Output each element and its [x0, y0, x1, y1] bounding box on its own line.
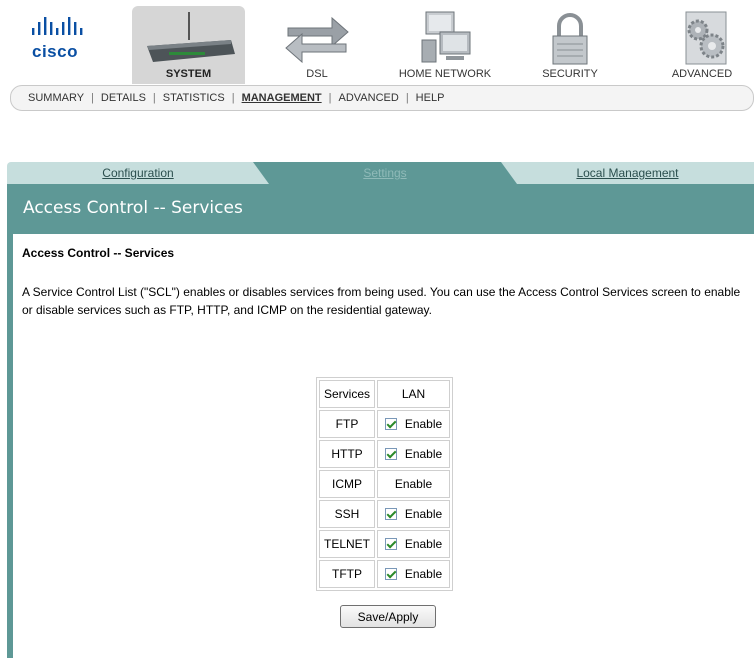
router-icon: [139, 10, 239, 71]
tab-configuration[interactable]: Configuration: [7, 162, 269, 184]
service-name: ICMP: [319, 470, 376, 498]
page-description: A Service Control List ("SCL") enables o…: [22, 285, 741, 317]
lan-cell: Enable: [377, 470, 451, 498]
lan-cell: Enable: [377, 500, 451, 528]
tab-settings[interactable]: Settings: [269, 162, 501, 184]
service-name: FTP: [319, 410, 376, 438]
http-enable-checkbox[interactable]: [384, 448, 397, 460]
table-row: SSH Enable: [319, 500, 451, 528]
enable-label: Enable: [404, 417, 443, 431]
nav-system-label: SYSTEM: [165, 68, 212, 80]
subnav-details[interactable]: DETAILS: [94, 92, 153, 104]
subnav-help[interactable]: HELP: [409, 92, 452, 104]
lan-cell: Enable: [377, 410, 451, 438]
subnav-summary[interactable]: SUMMARY: [21, 92, 91, 104]
ssh-enable-checkbox[interactable]: [384, 508, 397, 520]
telnet-enable-checkbox[interactable]: [384, 538, 397, 550]
table-row: ICMP Enable: [319, 470, 451, 498]
save-apply-button[interactable]: Save/Apply: [340, 605, 436, 628]
page-title: Access Control -- Services: [23, 198, 243, 218]
enable-label: Enable: [404, 447, 443, 461]
service-name: SSH: [319, 500, 376, 528]
nav-security[interactable]: SECURITY: [520, 6, 620, 84]
nav-advanced-label: ADVANCED: [671, 68, 733, 80]
enable-label: Enable: [404, 507, 443, 521]
service-name: TELNET: [319, 530, 376, 558]
panel-border: [7, 184, 13, 658]
table-row: TELNET Enable: [319, 530, 451, 558]
enable-label: Enable: [404, 537, 443, 551]
table-row: TFTP Enable: [319, 560, 451, 588]
header-services: Services: [319, 380, 376, 408]
enable-label: Enable: [394, 477, 433, 491]
services-table: Services LAN FTP Enable HTTP Enable ICMP…: [316, 377, 454, 591]
top-header: cisco SYSTEM DSL HOME NETWORK SECURITY A…: [0, 0, 754, 120]
enable-label: Enable: [404, 567, 443, 581]
dsl-arrows-icon: [282, 10, 352, 67]
tftp-enable-checkbox[interactable]: [384, 568, 397, 580]
gears-icon: [672, 10, 732, 69]
service-name: TFTP: [319, 560, 376, 588]
ftp-enable-checkbox[interactable]: [384, 418, 397, 430]
section-title: Access Control -- Services: [22, 246, 175, 260]
nav-system[interactable]: SYSTEM: [132, 6, 245, 84]
subnav-management[interactable]: MANAGEMENT: [235, 92, 329, 104]
table-header-row: Services LAN: [319, 380, 451, 408]
service-name: HTTP: [319, 440, 376, 468]
page-title-bar: Access Control -- Services: [7, 184, 754, 234]
tab-local-management[interactable]: Local Management: [501, 162, 754, 184]
sub-navigation: SUMMARY | DETAILS | STATISTICS | MANAGEMENT | AD…: [10, 85, 754, 111]
cisco-wordmark: cisco: [32, 42, 78, 61]
lan-cell: Enable: [377, 560, 451, 588]
nav-security-label: SECURITY: [542, 68, 598, 80]
nav-home-network-label: HOME NETWORK: [398, 68, 492, 80]
nav-dsl[interactable]: DSL: [262, 6, 372, 84]
subnav-statistics[interactable]: STATISTICS: [156, 92, 232, 104]
lan-cell: Enable: [377, 440, 451, 468]
nav-dsl-label: DSL: [306, 68, 328, 80]
table-row: FTP Enable: [319, 410, 451, 438]
table-row: HTTP Enable: [319, 440, 451, 468]
subnav-advanced[interactable]: ADVANCED: [332, 92, 406, 104]
nav-advanced[interactable]: ADVANCED: [650, 6, 754, 84]
lan-cell: Enable: [377, 530, 451, 558]
tab-bar: Configuration Settings Local Management: [7, 162, 754, 184]
cisco-bars-icon: [32, 17, 83, 35]
padlock-icon: [545, 10, 595, 69]
nav-home-network[interactable]: HOME NETWORK: [390, 6, 500, 84]
header-lan: LAN: [377, 380, 451, 408]
computers-icon: [410, 10, 480, 69]
